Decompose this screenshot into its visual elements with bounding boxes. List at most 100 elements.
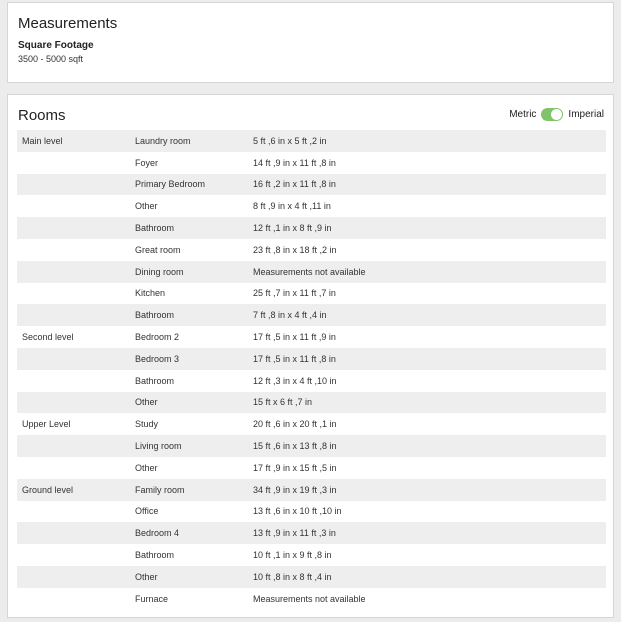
room-name-cell: Bathroom: [135, 550, 175, 561]
room-measurement-cell: 15 ft ,6 in x 13 ft ,8 in: [253, 435, 606, 457]
room-name-cell: Other: [135, 565, 253, 588]
table-row: Other 15 ft x 6 ft ,7 in: [17, 391, 606, 414]
unit-toggle-switch[interactable]: [541, 108, 564, 121]
table-row: Bathroom 12 ft ,3 in x 4 ft ,10 in: [17, 370, 606, 392]
toggle-knob: [551, 109, 563, 120]
room-name-cell: Bathroom: [135, 304, 253, 327]
room-name-cell: Other: [135, 391, 253, 414]
room-name-cell: Bedroom 3: [135, 347, 253, 370]
room-level-cell: [17, 173, 135, 196]
room-level-cell: [17, 544, 135, 566]
room-measurement-cell: 12 ft ,3 in x 4 ft ,10 in: [253, 375, 337, 386]
room-measurement-cell: 15 ft x 6 ft ,7 in: [253, 391, 606, 414]
rooms-table: Main level Laundry room 5 ft ,6 in x 5 ft …: [17, 130, 606, 610]
imperial-label[interactable]: Imperial: [568, 109, 604, 120]
measurements-card: Measurements Square Footage 3500 - 5000 …: [7, 2, 614, 83]
table-row: Second level Bedroom 2 17 ft ,5 in x 11 ft…: [17, 326, 606, 348]
room-name-cell: Foyer: [135, 157, 159, 168]
room-measurement-cell: 16 ft ,2 in x 11 ft ,8 in: [253, 173, 606, 196]
table-row: Bathroom 10 ft ,1 in x 9 ft ,8 in: [17, 544, 606, 566]
room-measurement-cell: 23 ft ,8 in x 18 ft ,2 in: [253, 244, 337, 255]
room-level-cell: Upper Level: [22, 419, 71, 430]
table-row: Kitchen 25 ft ,7 in x 11 ft ,7 in: [17, 283, 606, 305]
room-level-cell: [17, 239, 135, 261]
room-name-cell: Bathroom: [135, 217, 253, 239]
table-row: Furnace Measurements not available: [17, 588, 606, 610]
table-row: Other 17 ft ,9 in x 15 ft ,5 in: [17, 457, 606, 479]
room-level-cell: [17, 522, 135, 545]
room-name-cell: Office: [135, 506, 159, 517]
room-level-cell: [17, 391, 135, 414]
table-row: Primary Bedroom 16 ft ,2 in x 11 ft ,8 in: [17, 173, 606, 196]
measurements-title: Measurements: [18, 15, 118, 32]
table-row: Great room 23 ft ,8 in x 18 ft ,2 in: [17, 239, 606, 261]
room-measurement-cell: Measurements not available: [253, 593, 366, 604]
room-name-cell: Bathroom: [135, 375, 175, 386]
room-name-cell: Bedroom 2: [135, 332, 180, 343]
room-name-cell: Living room: [135, 435, 253, 457]
room-name-cell: Primary Bedroom: [135, 173, 253, 196]
table-row: Office 13 ft ,6 in x 10 ft ,10 in: [17, 501, 606, 523]
room-measurement-cell: 12 ft ,1 in x 8 ft ,9 in: [253, 217, 606, 239]
room-measurement-cell: 10 ft ,1 in x 9 ft ,8 in: [253, 550, 332, 561]
room-measurement-cell: 10 ft ,8 in x 8 ft ,4 in: [253, 565, 606, 588]
square-footage-value: 3500 - 5000 sqft: [18, 54, 84, 64]
table-row: Bathroom 12 ft ,1 in x 8 ft ,9 in: [17, 217, 606, 239]
table-row: Other 10 ft ,8 in x 8 ft ,4 in: [17, 565, 606, 588]
table-row: Upper Level Study 20 ft ,6 in x 20 ft ,1 i…: [17, 413, 606, 435]
room-level-cell: [17, 217, 135, 239]
room-level-cell: Second level: [22, 332, 74, 343]
room-level-cell: [17, 152, 135, 174]
room-measurement-cell: 17 ft ,5 in x 11 ft ,9 in: [253, 332, 336, 343]
room-measurement-cell: 13 ft ,6 in x 10 ft ,10 in: [253, 506, 342, 517]
table-row: Living room 15 ft ,6 in x 13 ft ,8 in: [17, 435, 606, 457]
room-measurement-cell: 20 ft ,6 in x 20 ft ,1 in: [253, 419, 337, 430]
room-measurement-cell: 25 ft ,7 in x 11 ft ,7 in: [253, 288, 336, 299]
room-name-cell: Great room: [135, 244, 181, 255]
room-measurement-cell: 17 ft ,9 in x 15 ft ,5 in: [253, 462, 337, 473]
room-name-cell: Study: [135, 419, 159, 430]
room-measurement-cell: Measurements not available: [253, 260, 606, 283]
table-row: Bathroom 7 ft ,8 in x 4 ft ,4 in: [17, 304, 606, 327]
room-name-cell: Other: [135, 201, 158, 212]
square-footage-label: Square Footage: [18, 40, 94, 51]
room-level-cell: [17, 588, 135, 610]
room-name-cell: Bedroom 4: [135, 522, 253, 545]
room-measurement-cell: 5 ft ,6 in x 5 ft ,2 in: [253, 130, 606, 152]
metric-label[interactable]: Metric: [509, 109, 536, 120]
room-name-cell: Furnace: [135, 593, 169, 604]
room-measurement-cell: 13 ft ,9 in x 11 ft ,3 in: [253, 522, 606, 545]
room-level-cell: Main level: [17, 130, 135, 152]
table-row: Dining room Measurements not available: [17, 260, 606, 283]
room-level-cell: [17, 457, 135, 479]
room-name-cell: Kitchen: [135, 288, 166, 299]
table-row: Other 8 ft ,9 in x 4 ft ,11 in: [17, 195, 606, 217]
room-level-cell: [17, 501, 135, 523]
room-measurement-cell: 7 ft ,8 in x 4 ft ,4 in: [253, 304, 606, 327]
room-level-cell: [17, 195, 135, 217]
room-measurement-cell: 17 ft ,5 in x 11 ft ,8 in: [253, 347, 606, 370]
rooms-title: Rooms: [18, 107, 66, 124]
room-level-cell: [17, 260, 135, 283]
table-row: Main level Laundry room 5 ft ,6 in x 5 ft …: [17, 130, 606, 152]
room-level-cell: [17, 347, 135, 370]
room-level-cell: [17, 304, 135, 327]
table-row: Bedroom 4 13 ft ,9 in x 11 ft ,3 in: [17, 522, 606, 545]
table-row: Foyer 14 ft ,9 in x 11 ft ,8 in: [17, 152, 606, 174]
room-name-cell: Dining room: [135, 260, 253, 283]
room-level-cell: [17, 565, 135, 588]
room-measurement-cell: 8 ft ,9 in x 4 ft ,11 in: [253, 201, 331, 212]
room-name-cell: Family room: [135, 478, 253, 501]
room-name-cell: Laundry room: [135, 130, 253, 152]
room-level-cell: Ground level: [17, 478, 135, 501]
table-row: Ground level Family room 34 ft ,9 in x 19 …: [17, 478, 606, 501]
room-level-cell: [17, 370, 135, 392]
room-measurement-cell: 34 ft ,9 in x 19 ft ,3 in: [253, 478, 606, 501]
table-row: Bedroom 3 17 ft ,5 in x 11 ft ,8 in: [17, 347, 606, 370]
room-level-cell: [17, 283, 135, 305]
room-level-cell: [17, 435, 135, 457]
room-name-cell: Other: [135, 462, 158, 473]
rooms-card: Rooms Metric Imperial Main level Laundry …: [7, 94, 614, 618]
room-measurement-cell: 14 ft ,9 in x 11 ft ,8 in: [253, 157, 336, 168]
unit-toggle-group: Metric Imperial: [509, 108, 604, 121]
